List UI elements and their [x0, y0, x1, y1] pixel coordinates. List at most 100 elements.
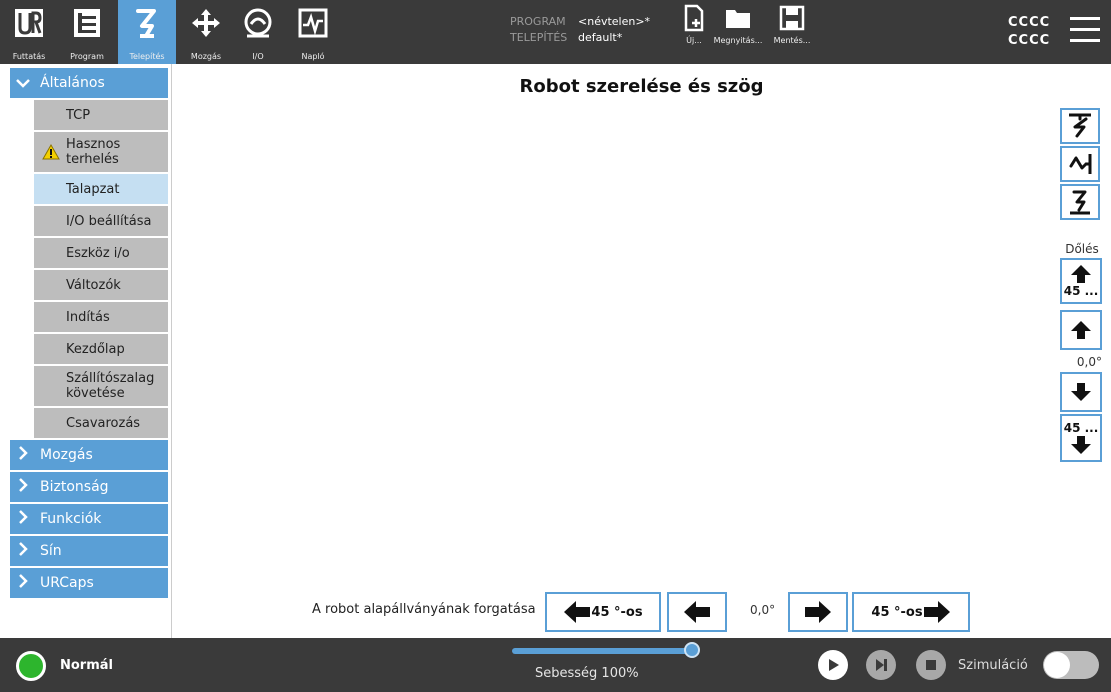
- sidebar-section-safety-label: Biztonság: [40, 479, 109, 495]
- simulation-toggle-knob: [1044, 652, 1070, 678]
- arrow-left-icon: [564, 601, 591, 623]
- speed-slider[interactable]: [512, 648, 692, 654]
- sidebar-section-features-label: Funkciók: [40, 511, 102, 527]
- rotate-left-45-button[interactable]: 45 °-os: [545, 592, 661, 632]
- simulation-toggle[interactable]: [1043, 651, 1099, 679]
- nav-io[interactable]: I/O: [234, 0, 282, 64]
- sidebar-item-label: Kezdőlap: [66, 341, 125, 357]
- sidebar-item-variables[interactable]: Változók: [34, 270, 168, 300]
- nav-installation[interactable]: Telepítés: [118, 0, 176, 64]
- arrow-down-icon: [1071, 383, 1091, 401]
- sidebar-section-safety[interactable]: Biztonság: [10, 472, 168, 502]
- sidebar-item-label: Szállítószalag követése: [66, 371, 155, 401]
- chevron-right-icon: [14, 541, 32, 561]
- stop-icon: [926, 660, 936, 670]
- play-button[interactable]: [818, 650, 848, 680]
- ur-logo-icon: [15, 9, 43, 37]
- installation-key: TELEPÍTÉS: [510, 31, 568, 44]
- floor-mount-icon: [1070, 190, 1090, 215]
- hamburger-menu-icon[interactable]: [1070, 17, 1100, 45]
- speed-slider-handle[interactable]: [684, 642, 700, 658]
- footer-bar: Normál Sebesség 100% Szimuláció: [0, 638, 1111, 692]
- rotate-value: 0,0°: [750, 603, 776, 617]
- nav-installation-label: Telepítés: [129, 52, 165, 61]
- arrow-down-icon: [1071, 436, 1091, 454]
- robot-arm-icon: [136, 9, 156, 38]
- sidebar-item-tool-io[interactable]: Eszköz i/o: [34, 238, 168, 268]
- step-button[interactable]: [866, 650, 896, 680]
- tilt-up-button[interactable]: [1060, 310, 1102, 350]
- sidebar-item-label: Talapzat: [66, 181, 120, 197]
- save-button[interactable]: Mentés...: [770, 4, 814, 62]
- tilt-down-45-button[interactable]: 45 ...: [1060, 414, 1102, 462]
- sidebar-item-label: Csavarozás: [66, 415, 141, 431]
- sidebar-section-features[interactable]: Funkciók: [10, 504, 168, 534]
- chevron-right-icon: [14, 477, 32, 497]
- sidebar-section-general[interactable]: Általános: [10, 68, 168, 98]
- nav-log-label: Napló: [301, 52, 325, 61]
- rotate-right-45-button[interactable]: 45 °-os: [852, 592, 970, 632]
- chevron-right-icon: [14, 445, 32, 465]
- sidebar-item-tcp[interactable]: TCP: [34, 100, 168, 130]
- sidebar-item-screwdriving[interactable]: Csavarozás: [34, 408, 168, 438]
- simulation-label: Szimuláció: [958, 658, 1028, 673]
- stop-button[interactable]: [916, 650, 946, 680]
- tilt-label: Dőlés: [1065, 242, 1099, 256]
- user-code-line-2: CCCC: [1008, 33, 1051, 48]
- nav-move[interactable]: Mozgás: [178, 0, 234, 64]
- sidebar-item-label: Eszköz i/o: [66, 245, 130, 261]
- tilt-up-45-label: 45 ...: [1063, 284, 1099, 298]
- folder-icon: [726, 10, 750, 28]
- ceiling-mount-icon: [1069, 113, 1091, 138]
- nav-log[interactable]: Napló: [288, 0, 338, 64]
- speed-text: Sebesség 100%: [535, 666, 639, 681]
- sidebar-section-motion[interactable]: Mozgás: [10, 440, 168, 470]
- tilt-up-45-button[interactable]: 45 ...: [1060, 258, 1102, 304]
- sidebar-item-label: Változók: [66, 277, 121, 293]
- sidebar-section-track-label: Sín: [40, 543, 62, 559]
- tilt-down-45-label: 45 ...: [1063, 421, 1099, 435]
- floppy-disk-icon: [779, 5, 805, 31]
- wall-mount-icon: [1069, 154, 1092, 174]
- sidebar-item-label: TCP: [66, 107, 91, 123]
- nav-program[interactable]: Program: [58, 0, 116, 64]
- open-button[interactable]: Megnyitás...: [708, 4, 768, 62]
- tilt-down-button[interactable]: [1060, 372, 1102, 412]
- view-floor-mount-button[interactable]: [1060, 184, 1100, 220]
- sidebar: Általános TCP Hasznos terhelés Talapzat …: [0, 64, 172, 638]
- sidebar-section-urcaps[interactable]: URCaps: [10, 568, 168, 598]
- nav-io-label: I/O: [252, 52, 264, 61]
- sidebar-item-conveyor[interactable]: Szállítószalag követése: [34, 366, 168, 406]
- rotate-base-label: A robot alapállványának forgatása: [312, 602, 536, 617]
- page-title: Robot szerelése és szög: [519, 76, 764, 97]
- rotate-left-button[interactable]: [667, 592, 727, 632]
- app-window: Futtatás Program Telepítés Mozgás I/O Na…: [0, 0, 1111, 692]
- nav-program-label: Program: [70, 52, 104, 61]
- new-file-icon: [684, 4, 704, 32]
- arrow-up-icon: [1071, 321, 1091, 339]
- sidebar-item-home[interactable]: Kezdőlap: [34, 334, 168, 364]
- sidebar-item-payload[interactable]: Hasznos terhelés: [34, 132, 168, 172]
- robot-status-icon[interactable]: [16, 651, 46, 681]
- chevron-right-icon: [14, 509, 32, 529]
- sidebar-section-motion-label: Mozgás: [40, 447, 93, 463]
- arrow-right-icon: [805, 601, 831, 623]
- program-info: PROGRAM <névtelen>* TELEPÍTÉS default*: [510, 14, 650, 46]
- program-name: <névtelen>*: [578, 15, 651, 28]
- program-tree-icon: [74, 9, 100, 37]
- view-wall-mount-button[interactable]: [1060, 146, 1100, 182]
- nav-run[interactable]: Futtatás: [0, 0, 58, 64]
- sidebar-section-urcaps-label: URCaps: [40, 575, 94, 591]
- sidebar-item-startup[interactable]: Indítás: [34, 302, 168, 332]
- rotate-right-button[interactable]: [788, 592, 848, 632]
- nav-move-label: Mozgás: [190, 52, 222, 61]
- view-ceiling-mount-button[interactable]: [1060, 108, 1100, 144]
- sidebar-section-track[interactable]: Sín: [10, 536, 168, 566]
- program-key: PROGRAM: [510, 15, 566, 28]
- move-arrows-icon: [192, 9, 220, 37]
- tilt-value: 0,0°: [1076, 355, 1102, 369]
- new-button[interactable]: Új...: [678, 4, 710, 62]
- sidebar-item-mounting[interactable]: Talapzat: [34, 174, 168, 204]
- sidebar-item-io-setup[interactable]: I/O beállítása: [34, 206, 168, 236]
- sidebar-item-label: Indítás: [66, 309, 110, 325]
